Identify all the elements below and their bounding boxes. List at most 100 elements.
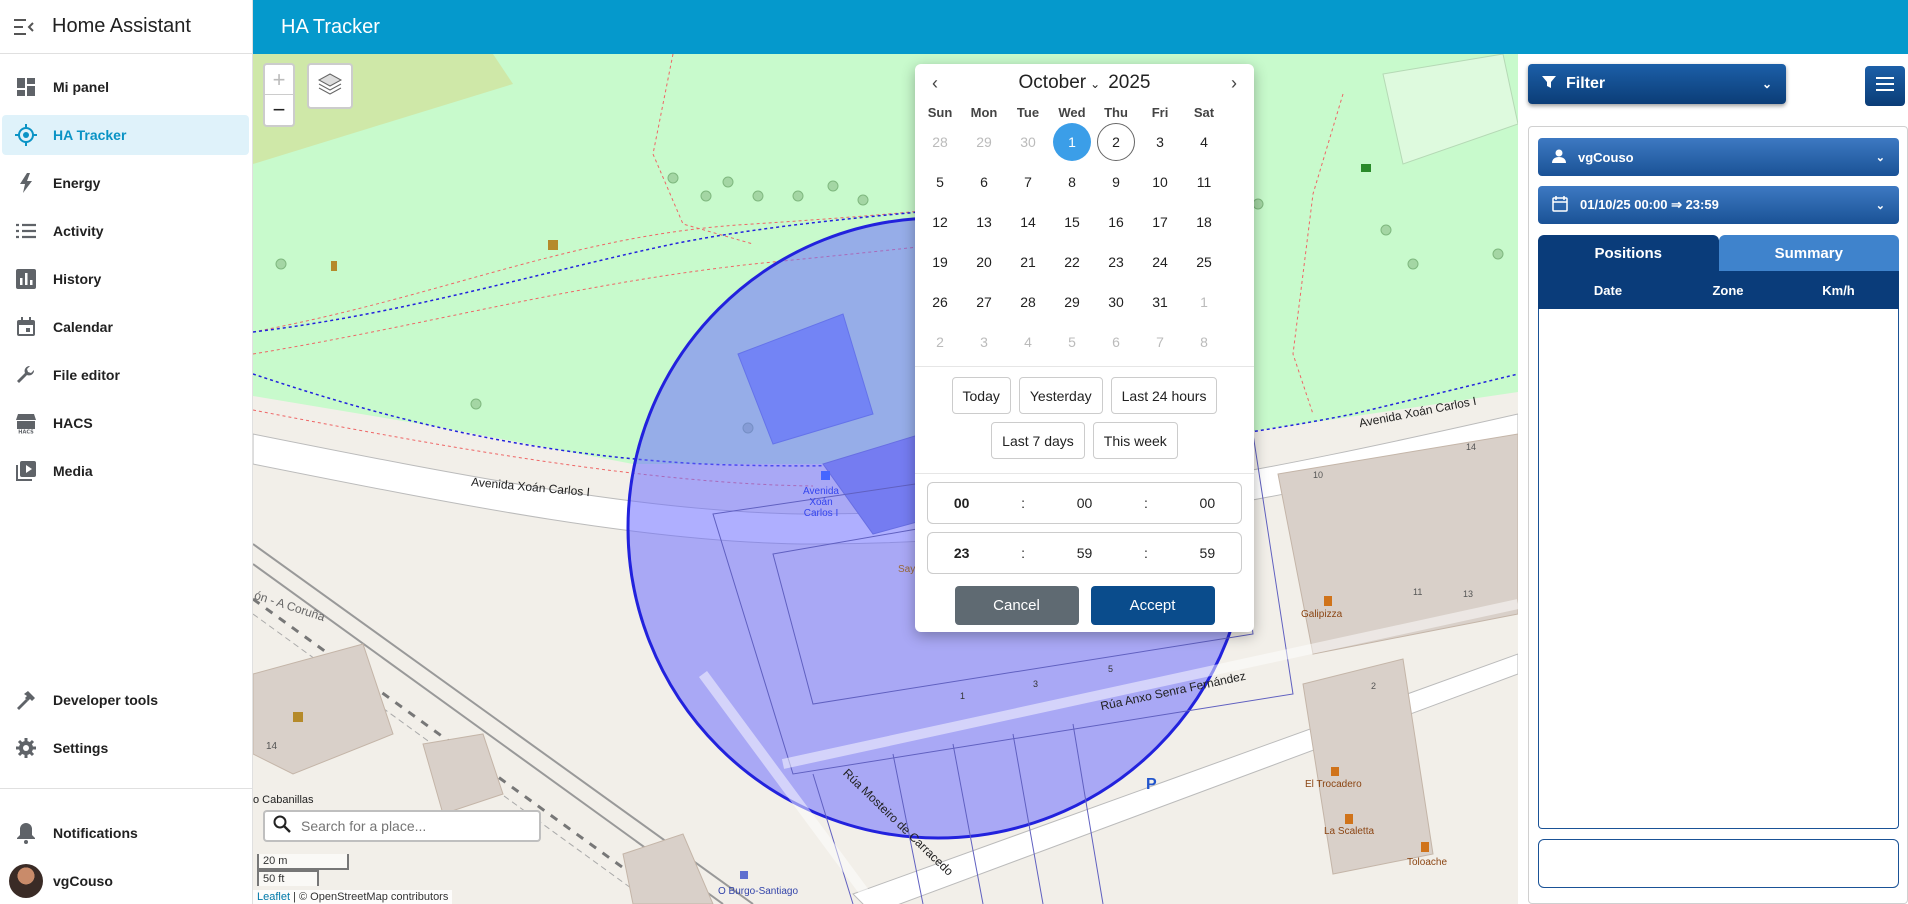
day-cell[interactable]: 18 [1182,202,1226,242]
end-time-field[interactable]: 23 : 59 : 59 [927,532,1242,574]
preset-button[interactable]: Last 24 hours [1110,377,1218,414]
zoom-in-button[interactable]: + [265,65,293,95]
day-cell[interactable]: 14 [1006,202,1050,242]
day-cell[interactable]: 4 [1006,322,1050,362]
leaflet-link[interactable]: Leaflet [257,891,290,903]
preset-button[interactable]: This week [1092,422,1178,459]
day-cell[interactable]: 24 [1138,242,1182,282]
start-minutes[interactable]: 00 [1077,495,1093,511]
person-select[interactable]: vgCouso ⌄ [1538,138,1899,176]
day-number: 4 [1024,334,1032,350]
sidebar-item-ha-tracker[interactable]: HA Tracker [2,115,249,155]
day-cell[interactable]: 8 [1182,322,1226,362]
day-cell[interactable]: 8 [1050,162,1094,202]
day-cell[interactable]: 26 [918,282,962,322]
sidebar-item-label: Developer tools [53,692,159,708]
day-number: 16 [1108,214,1124,230]
zoom-out-button[interactable]: − [265,95,293,125]
end-seconds[interactable]: 59 [1200,545,1216,561]
day-number: 3 [980,334,988,350]
day-cell[interactable]: 30 [1006,122,1050,162]
day-cell[interactable]: 31 [1138,282,1182,322]
year-value[interactable]: 2025 [1108,72,1150,94]
tab-summary[interactable]: Summary [1718,235,1899,271]
day-cell[interactable]: 1 [1050,122,1094,162]
preset-button[interactable]: Last 7 days [991,422,1085,459]
accept-button[interactable]: Accept [1090,586,1215,625]
day-cell[interactable]: 7 [1138,322,1182,362]
menu-button[interactable] [1865,66,1905,106]
day-cell[interactable]: 23 [1094,242,1138,282]
day-cell[interactable]: 15 [1050,202,1094,242]
sidebar-item-history[interactable]: History [2,259,249,299]
column-date[interactable]: Date [1538,283,1678,298]
sidebar-item-file-editor[interactable]: File editor [2,355,249,395]
cancel-button[interactable]: Cancel [954,586,1079,625]
day-cell[interactable]: 27 [962,282,1006,322]
sidebar-item-developer-tools[interactable]: Developer tools [2,680,249,720]
prev-month-button[interactable]: ‹ [927,73,943,94]
day-cell[interactable]: 28 [1006,282,1050,322]
tab-positions[interactable]: Positions [1538,235,1719,271]
map-label-number: 14 [1466,442,1477,452]
map[interactable]: Avenida Xoán Carlos I Avenida Xoán Carlo… [253,54,1518,904]
day-cell[interactable]: 29 [1050,282,1094,322]
day-cell[interactable]: 6 [962,162,1006,202]
preset-button[interactable]: Yesterday [1018,377,1103,414]
menu-collapse-icon[interactable] [0,0,48,54]
day-cell[interactable]: 21 [1006,242,1050,282]
end-hours[interactable]: 23 [954,545,970,561]
sidebar-item-calendar[interactable]: Calendar [2,307,249,347]
day-cell[interactable]: 5 [918,162,962,202]
day-cell[interactable]: 20 [962,242,1006,282]
day-cell[interactable]: 7 [1006,162,1050,202]
day-cell[interactable]: 12 [918,202,962,242]
day-cell[interactable]: 5 [1050,322,1094,362]
day-cell[interactable]: 29 [962,122,1006,162]
day-cell[interactable]: 16 [1094,202,1138,242]
sidebar-item-activity[interactable]: Activity [2,211,249,251]
day-cell[interactable]: 22 [1050,242,1094,282]
day-cell[interactable]: 17 [1138,202,1182,242]
day-cell[interactable]: 9 [1094,162,1138,202]
filter-button[interactable]: Filter ⌄ [1528,64,1786,104]
day-cell[interactable]: 10 [1138,162,1182,202]
month-select[interactable]: October ⌄ [1019,72,1101,94]
sidebar-item-label: Media [53,463,93,479]
day-number: 3 [1156,134,1164,150]
start-time-field[interactable]: 00 : 00 : 00 [927,482,1242,524]
column-speed[interactable]: Km/h [1778,283,1899,298]
column-zone[interactable]: Zone [1678,283,1778,298]
day-cell[interactable]: 30 [1094,282,1138,322]
day-cell[interactable]: 19 [918,242,962,282]
start-hours[interactable]: 00 [954,495,970,511]
day-number: 28 [1020,294,1036,310]
sidebar-item-hacs[interactable]: HACS HACS [2,403,249,443]
day-cell[interactable]: 1 [1182,282,1226,322]
day-cell[interactable]: 13 [962,202,1006,242]
end-minutes[interactable]: 59 [1077,545,1093,561]
place-search-input[interactable] [301,818,521,834]
sidebar-item-settings[interactable]: Settings [2,728,249,768]
sidebar-item-media[interactable]: Media [2,451,249,491]
sidebar-item-energy[interactable]: Energy [2,163,249,203]
layers-button[interactable] [307,63,353,109]
day-cell[interactable]: 3 [1138,122,1182,162]
sidebar-item-notifications[interactable]: Notifications [2,813,249,853]
day-cell[interactable]: 11 [1182,162,1226,202]
start-seconds[interactable]: 00 [1200,495,1216,511]
day-cell[interactable]: 6 [1094,322,1138,362]
day-cell[interactable]: 3 [962,322,1006,362]
sidebar-item-mi-panel[interactable]: Mi panel [2,67,249,107]
day-cell[interactable]: 4 [1182,122,1226,162]
sidebar-item-user[interactable]: vgCouso [2,861,249,901]
preset-button[interactable]: Today [951,377,1011,414]
next-month-button[interactable]: › [1226,73,1242,94]
day-number: 23 [1108,254,1124,270]
day-cell[interactable]: 2 [918,322,962,362]
day-cell[interactable]: 2 [1094,122,1138,162]
day-cell[interactable]: 28 [918,122,962,162]
panel-footer-box [1538,839,1899,888]
day-cell[interactable]: 25 [1182,242,1226,282]
date-range-select[interactable]: 01/10/25 00:00 ⇒ 23:59 ⌄ [1538,186,1899,224]
